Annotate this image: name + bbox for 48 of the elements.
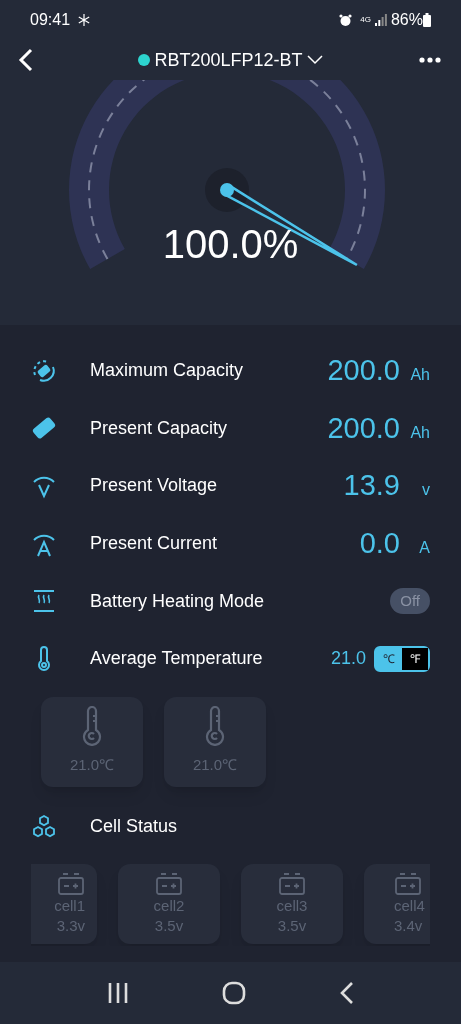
cell-name: cell2 [153, 895, 185, 916]
thermometer-icon [204, 706, 226, 747]
metric-label: Present Capacity [90, 416, 229, 440]
alarm-icon [339, 13, 353, 27]
metric-value: 13.9 [343, 468, 400, 504]
recent-apps-icon [106, 982, 129, 1004]
metric-label: Maximum Capacity [90, 359, 245, 383]
chevron-down-icon [306, 55, 323, 65]
section-title: Cell Status [90, 815, 178, 839]
sensor-temperature: 21.0℃ [192, 755, 238, 776]
metric-unit: Ah [409, 365, 430, 386]
cell-name: cell3 [276, 895, 308, 916]
status-time: 09:41 [30, 10, 71, 30]
back-icon [340, 982, 355, 1004]
cell-voltage: 3.5v [154, 915, 184, 936]
signal-icon [374, 14, 387, 26]
cell-name: cell4 [394, 895, 425, 916]
metric-unit: Ah [409, 422, 430, 443]
battery-percentage: 86% [390, 10, 423, 30]
thermometer-icon [81, 706, 103, 747]
temperature-value: 21.0 [330, 647, 366, 671]
device-selector[interactable]: RBT200LFP12-BT [138, 46, 323, 74]
metric-label: Present Current [90, 532, 219, 556]
metric-value: 200.0 [327, 353, 400, 389]
network-type: 4G [360, 16, 371, 24]
sensor-temperature: 21.0℃ [69, 755, 115, 776]
battery-icon [57, 871, 85, 896]
metric-label: Average Temperature [90, 647, 264, 671]
home-icon [222, 981, 247, 1005]
snowflake-icon [78, 14, 91, 26]
battery-icon [278, 871, 306, 896]
charge-percentage: 100.0% [162, 224, 299, 264]
metric-unit: v [421, 480, 430, 501]
cell-voltage: 3.5v [277, 915, 307, 936]
hexagons-icon [30, 813, 58, 840]
metric-label: Battery Heating Mode [90, 589, 266, 613]
battery-icon [394, 871, 422, 896]
metric-value: 0.0 [359, 525, 400, 561]
cell-voltage: 3.4v [394, 915, 423, 936]
battery-icon [155, 871, 183, 896]
metric-value: 200.0 [327, 410, 400, 446]
metric-unit: A [418, 537, 430, 558]
metric-label: Present Voltage [90, 474, 219, 498]
unit-toggle[interactable]: ℃ [376, 647, 402, 670]
cell-name: cell1 [54, 895, 85, 916]
cell-voltage: 3.3v [56, 915, 85, 936]
more-icon [419, 57, 441, 63]
battery-status-icon [423, 13, 431, 27]
